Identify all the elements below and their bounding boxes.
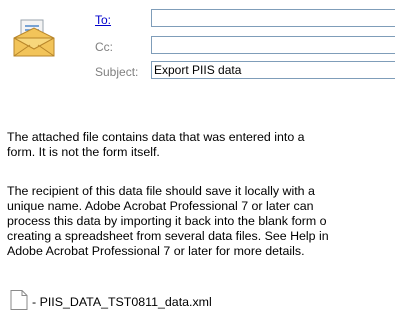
subject-label: Subject: <box>95 65 139 79</box>
message-header: To: Cc: Subject: Export PIIS data <box>0 0 395 95</box>
envelope-icon <box>13 19 55 57</box>
message-paragraph-1: The attached file contains data that was… <box>7 130 305 159</box>
subject-field[interactable]: Export PIIS data <box>151 61 395 79</box>
cc-label: Cc: <box>95 40 113 54</box>
to-field[interactable] <box>151 9 395 27</box>
file-icon <box>10 290 28 310</box>
message-paragraph-2: The recipient of this data file should s… <box>7 184 329 258</box>
attachment-label[interactable]: - PIIS_DATA_TST0811_data.xml <box>32 295 212 309</box>
cc-field[interactable] <box>151 36 395 54</box>
to-label[interactable]: To: <box>95 13 111 27</box>
